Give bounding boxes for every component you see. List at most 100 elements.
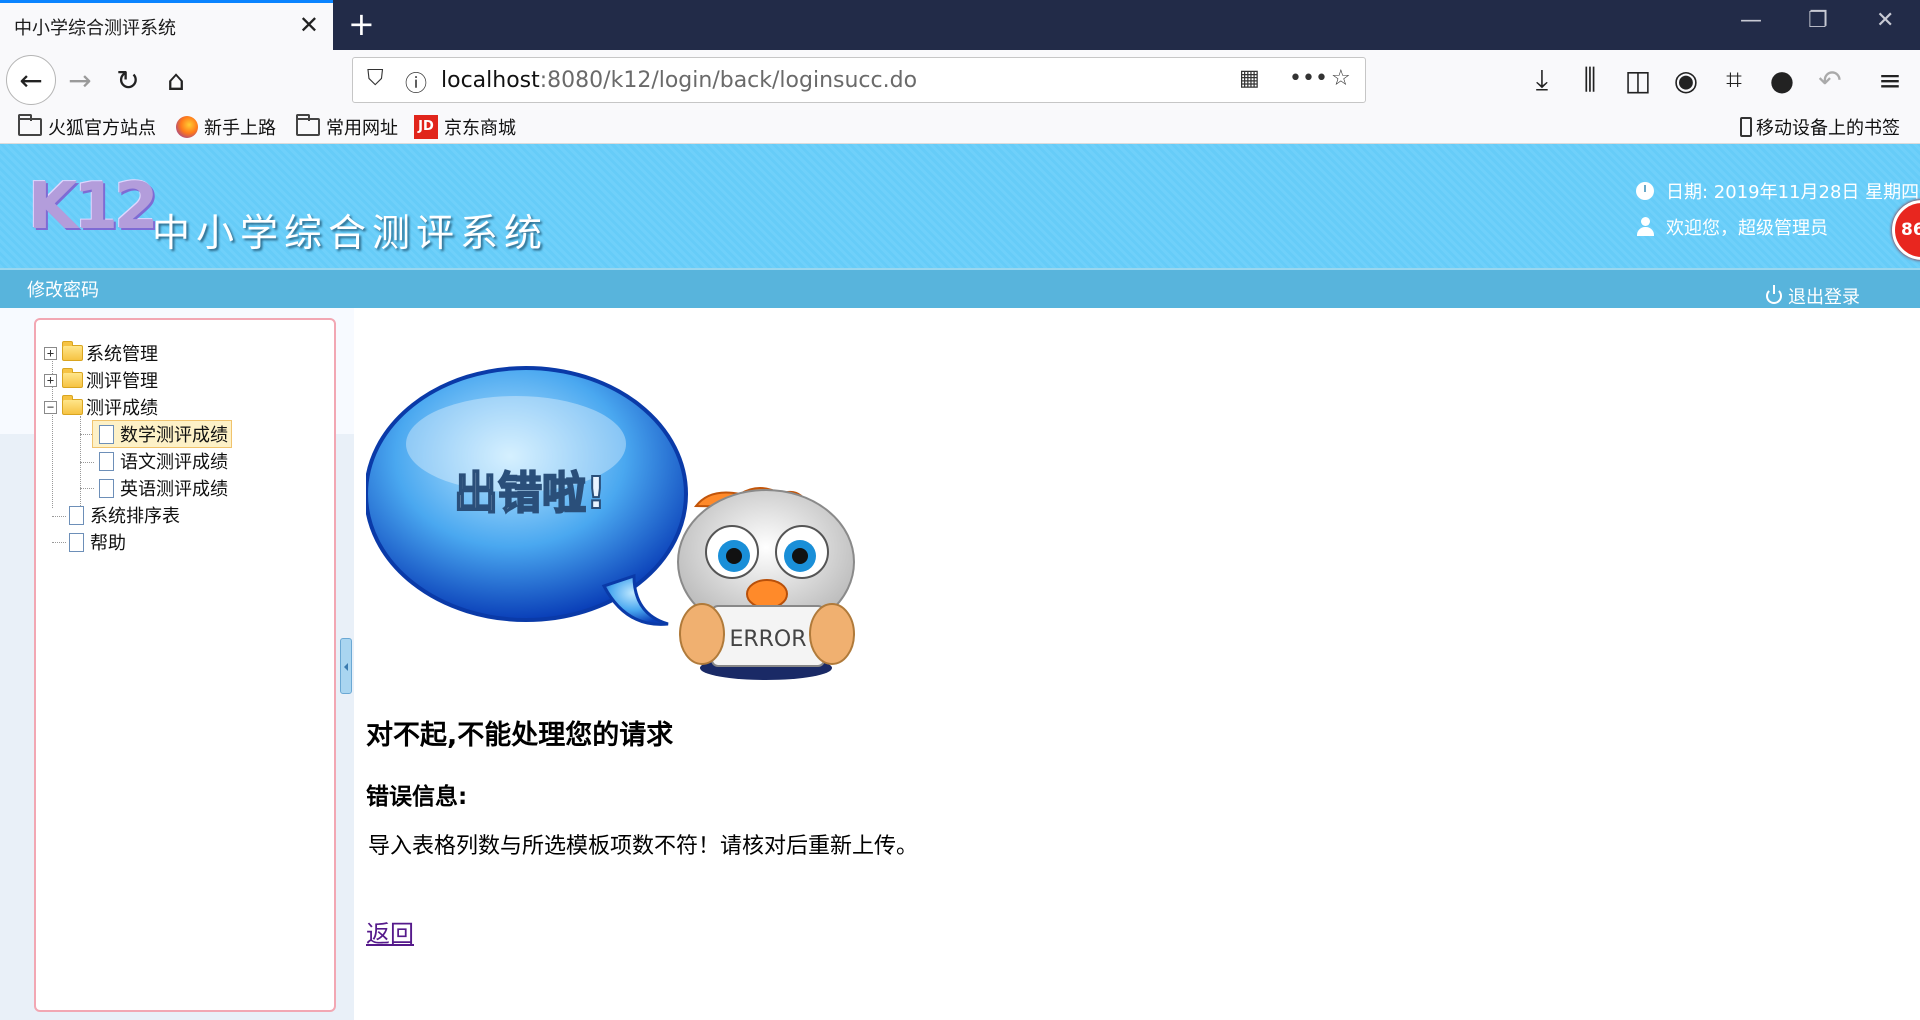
mobile-bookmarks-label: 移动设备上的书签 <box>1756 118 1900 139</box>
error-illustration: 出错啦! ERROR <box>366 366 855 680</box>
tree-item-math-scores[interactable]: 数学测评成绩 <box>92 420 232 448</box>
browser-navbar: ← → ↻ ⌂ ⛉ ⓘ localhost:8080/k12/login/bac… <box>0 50 1920 110</box>
sidebar-button[interactable]: ◫ <box>1616 58 1660 102</box>
tree-item-evaluation-scores[interactable]: − 测评成绩 <box>44 394 158 420</box>
tree-item-label: 测评成绩 <box>86 398 158 419</box>
bookmark-getting-started[interactable]: 新手上路 <box>176 114 276 140</box>
panel-collapse-handle[interactable] <box>340 638 352 694</box>
reload-icon: ↻ <box>116 63 140 97</box>
close-window-icon[interactable]: ✕ <box>1876 8 1894 33</box>
error-mascot: ERROR <box>677 487 855 680</box>
error-message: 导入表格列数与所选模板项数不符！请核对后重新上传。 <box>368 834 919 859</box>
mobile-bookmarks[interactable]: 移动设备上的书签 <box>1740 114 1900 140</box>
tree-item-chinese-scores[interactable]: 语文测评成绩 <box>96 448 228 474</box>
reload-button[interactable]: ↻ <box>106 58 150 102</box>
collapse-icon[interactable]: − <box>44 400 57 414</box>
folder-icon <box>18 114 42 136</box>
crop-icon: ⌗ <box>1726 63 1742 96</box>
url-bar[interactable]: ⛉ ⓘ localhost:8080/k12/login/back/logins… <box>352 57 1366 103</box>
tree-item-english-scores[interactable]: 英语测评成绩 <box>96 475 228 501</box>
page-icon <box>99 451 114 471</box>
error-info-label: 错误信息: <box>366 784 468 810</box>
undo-button[interactable]: ↶ <box>1808 58 1852 102</box>
bookmark-label: 火狐官方站点 <box>48 118 156 139</box>
url-path: :8080/k12/login/back/loginsucc.do <box>539 68 918 93</box>
tree-connector <box>80 488 94 489</box>
bookmark-label: 新手上路 <box>204 118 276 139</box>
bookmark-firefox-site[interactable]: 火狐官方站点 <box>18 114 156 140</box>
qr-code-icon[interactable]: ▦ <box>1239 66 1260 91</box>
library-icon: ⫼ <box>1583 63 1597 96</box>
mobile-icon <box>1740 117 1752 137</box>
hamburger-icon: ≡ <box>1878 63 1902 97</box>
logout-label: 退出登录 <box>1788 287 1860 308</box>
bookmarks-bar: 火狐官方站点 新手上路 常用网址 JD 京东商城 移动设备上的书签 <box>0 110 1920 144</box>
more-icon[interactable]: ••• <box>1289 66 1328 91</box>
page-icon <box>69 532 84 552</box>
arrow-right-icon: → <box>68 63 92 97</box>
chat-icon: ● <box>1769 63 1795 97</box>
tree-item-label: 帮助 <box>90 533 126 554</box>
url-text[interactable]: localhost:8080/k12/login/back/loginsucc.… <box>441 68 917 93</box>
tree-item-label: 系统管理 <box>86 344 158 365</box>
url-host: localhost <box>441 68 540 93</box>
logout-link[interactable]: 退出登录 <box>1766 283 1860 309</box>
error-sign-text: ERROR <box>729 627 806 652</box>
tree-connector <box>52 542 66 543</box>
expand-icon[interactable]: + <box>44 346 57 360</box>
downloads-button[interactable]: ⤓ <box>1520 58 1564 102</box>
error-heading: 对不起,不能处理您的请求 <box>366 720 674 751</box>
expand-icon[interactable]: + <box>44 373 57 387</box>
nav-tree-panel: + 系统管理 + 测评管理 − 测评成绩 数学测评成绩 语文测评成绩 英语测评成… <box>34 318 336 1012</box>
bubble-text: 出错啦! <box>454 468 606 519</box>
welcome-text: 欢迎您，超级管理员 <box>1666 218 1828 239</box>
chat-button[interactable]: ● <box>1760 58 1804 102</box>
library-button[interactable]: ⫼ <box>1568 58 1612 102</box>
page-icon <box>99 478 114 498</box>
minimize-icon[interactable]: — <box>1740 8 1762 33</box>
folder-open-icon <box>62 395 83 415</box>
speech-bubble: 出错啦! <box>366 366 688 626</box>
star-icon[interactable]: ☆ <box>1331 66 1351 91</box>
shield-icon[interactable]: ⛉ <box>367 66 384 91</box>
tree-item-label: 语文测评成绩 <box>120 452 228 473</box>
bookmark-jd[interactable]: JD 京东商城 <box>414 114 516 140</box>
browser-tab[interactable]: 中小学综合测评系统 ✕ <box>0 0 333 50</box>
tree-item-label: 英语测评成绩 <box>120 479 228 500</box>
tree-item-label: 测评管理 <box>86 371 158 392</box>
tree-item-help[interactable]: 帮助 <box>66 529 126 555</box>
tree-connector <box>52 516 66 517</box>
restore-icon[interactable]: ❐ <box>1808 8 1828 33</box>
tree-item-system-management[interactable]: + 系统管理 <box>44 340 158 366</box>
welcome-display: 欢迎您，超级管理员 <box>1636 214 1828 240</box>
forward-button[interactable]: → <box>58 58 102 102</box>
screenshot-button[interactable]: ⌗ <box>1712 58 1756 102</box>
bookmark-common-sites[interactable]: 常用网址 <box>296 114 398 140</box>
account-button[interactable]: ◉ <box>1664 58 1708 102</box>
download-icon: ⤓ <box>1535 63 1549 96</box>
new-tab-icon[interactable]: + <box>348 6 375 42</box>
system-title: 中小学综合测评系统 <box>152 211 549 255</box>
bookmark-label: 京东商城 <box>444 118 516 139</box>
page-icon <box>99 424 114 444</box>
tree-item-evaluation-management[interactable]: + 测评管理 <box>44 367 158 393</box>
date-text: 日期: 2019年11月28日 星期四 <box>1666 182 1920 203</box>
clock-icon <box>1636 182 1654 200</box>
close-tab-icon[interactable]: ✕ <box>299 13 319 37</box>
folder-icon <box>62 341 83 361</box>
account-icon: ◉ <box>1673 63 1699 97</box>
home-button[interactable]: ⌂ <box>154 58 198 102</box>
sidebar-icon: ◫ <box>1624 63 1652 97</box>
tree-item-label: 数学测评成绩 <box>120 425 228 446</box>
app-header: K12 中小学综合测评系统 日期: 2019年11月28日 星期四 欢迎您，超级… <box>0 144 1920 268</box>
browser-tabstrip: 中小学综合测评系统 ✕ + — ❐ ✕ <box>0 0 1920 50</box>
tree-item-system-ranking[interactable]: 系统排序表 <box>66 502 180 528</box>
info-icon[interactable]: ⓘ <box>405 66 427 98</box>
home-icon: ⌂ <box>167 63 185 97</box>
change-password-link[interactable]: 修改密码 <box>27 276 99 302</box>
undo-icon: ↶ <box>1818 63 1842 97</box>
back-button[interactable]: ← <box>6 55 56 105</box>
back-link[interactable]: 返回 <box>366 914 414 949</box>
user-icon <box>1636 217 1654 237</box>
menu-button[interactable]: ≡ <box>1868 58 1912 102</box>
